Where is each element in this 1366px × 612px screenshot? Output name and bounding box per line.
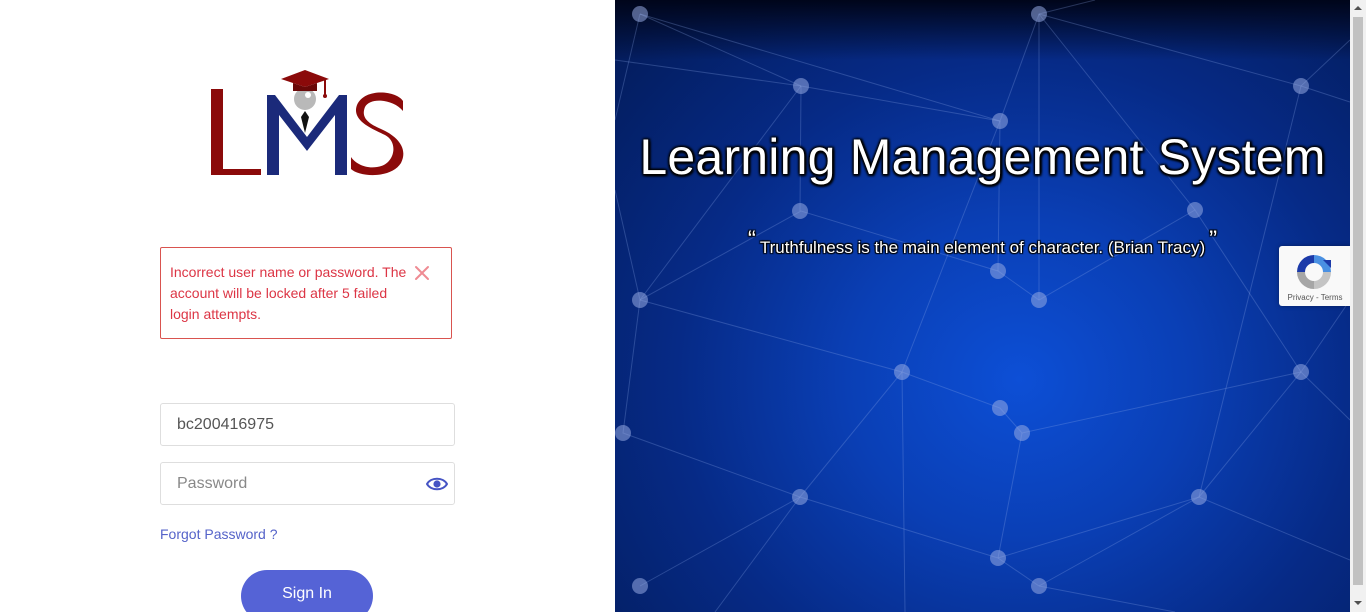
recaptcha-icon: [1297, 255, 1331, 289]
sign-in-button[interactable]: Sign In: [241, 570, 373, 612]
close-quote-mark: ”: [1209, 226, 1218, 253]
scrollbar-thumb[interactable]: [1353, 17, 1363, 585]
recaptcha-links[interactable]: Privacy - Terms: [1279, 293, 1351, 302]
scroll-down-icon[interactable]: [1354, 599, 1362, 607]
recaptcha-badge[interactable]: Privacy - Terms: [1279, 246, 1351, 306]
open-quote-mark: “: [747, 226, 756, 253]
lms-logo: [211, 70, 404, 176]
hero-quote: “Truthfulness is the main element of cha…: [615, 226, 1350, 258]
quote-text: Truthfulness is the main element of char…: [759, 238, 1206, 257]
eye-icon[interactable]: [426, 474, 448, 494]
scroll-up-icon[interactable]: [1354, 4, 1362, 12]
network-background: [615, 0, 1350, 612]
username-field: [160, 403, 455, 446]
vertical-scrollbar[interactable]: [1350, 0, 1366, 612]
close-icon[interactable]: [413, 264, 431, 282]
password-input[interactable]: [161, 463, 454, 504]
forgot-password-link[interactable]: Forgot Password ?: [160, 526, 278, 542]
username-input[interactable]: [161, 404, 454, 445]
login-panel: Incorrect user name or password. The acc…: [0, 0, 615, 612]
login-error-alert: Incorrect user name or password. The acc…: [160, 247, 452, 339]
password-field: [160, 462, 455, 505]
alert-message: Incorrect user name or password. The acc…: [170, 264, 407, 322]
hero-panel: Learning Management System “Truthfulness…: [615, 0, 1350, 612]
hero-title: Learning Management System: [639, 129, 1326, 185]
